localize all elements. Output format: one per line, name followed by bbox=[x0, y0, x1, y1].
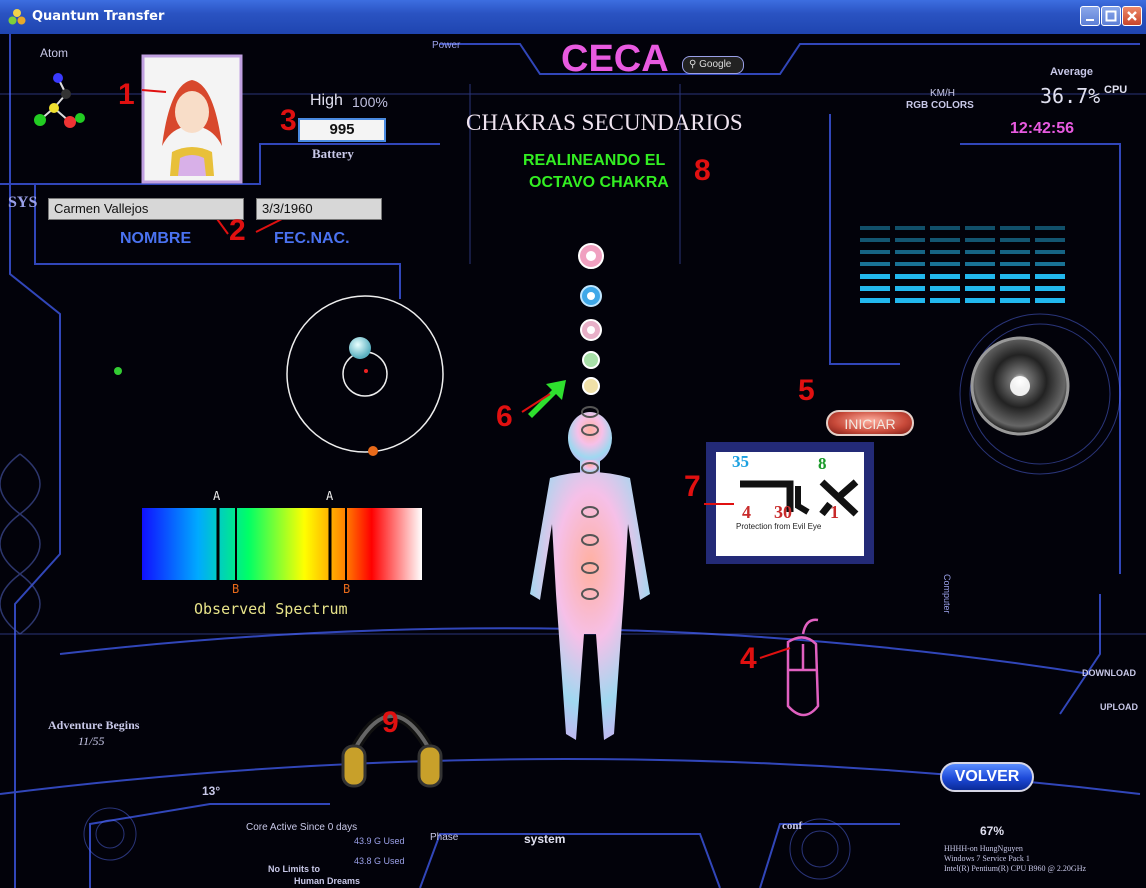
rune-value-35: 35 bbox=[732, 452, 749, 471]
dob-field[interactable]: 3/3/1960 bbox=[256, 198, 382, 220]
callout-2: 2 bbox=[229, 214, 246, 247]
power-label: Power bbox=[432, 40, 461, 51]
callout-4: 4 bbox=[740, 642, 757, 675]
rate-display: 995 bbox=[298, 118, 386, 142]
temperature: 13° bbox=[202, 784, 221, 798]
atom-label: Atom bbox=[40, 46, 69, 60]
orbit-diagram bbox=[114, 295, 444, 456]
atom-icon bbox=[34, 73, 85, 128]
spectrum-chart bbox=[142, 508, 422, 580]
rune-value-4: 4 bbox=[742, 502, 751, 522]
avatar bbox=[141, 54, 243, 184]
adventure-value: 11/55 bbox=[78, 734, 105, 748]
average-label: Average bbox=[1050, 66, 1094, 78]
close-icon bbox=[1127, 11, 1137, 21]
core-active: Core Active Since 0 days bbox=[246, 822, 358, 833]
phase-label: Phase bbox=[430, 832, 459, 843]
spectrum-label: Observed Spectrum bbox=[194, 600, 348, 618]
sysinfo-line-3: Intel(R) Pentium(R) CPU B960 @ 2.20GHz bbox=[944, 864, 1087, 873]
minimize-button[interactable] bbox=[1080, 6, 1100, 26]
callout-8: 8 bbox=[694, 154, 711, 187]
search-icon: ⚲ bbox=[689, 59, 697, 70]
human-dreams: Human Dreams bbox=[294, 876, 361, 886]
battery-level: High bbox=[310, 92, 343, 109]
rune-value-30: 30 bbox=[774, 502, 792, 522]
conf-label: conf bbox=[782, 820, 803, 832]
spectrum-marker-a2: A bbox=[326, 489, 334, 503]
app-logo-icon bbox=[8, 9, 26, 25]
status-line-1: REALINEANDO EL bbox=[523, 152, 666, 169]
search-box[interactable]: ⚲ Google bbox=[682, 56, 744, 74]
sysinfo-line-2: Windows 7 Service Pack 1 bbox=[944, 854, 1030, 863]
no-limits: No Limits to bbox=[268, 864, 320, 874]
iniciar-button[interactable]: INICIAR bbox=[826, 410, 914, 436]
callout-7: 7 bbox=[684, 470, 701, 503]
sysinfo-line-1: HHHH-on HungNguyen bbox=[944, 844, 1023, 853]
window-title: Quantum Transfer bbox=[32, 9, 165, 24]
clock: 12:42:56 bbox=[1010, 120, 1075, 137]
adventure-title: Adventure Begins bbox=[48, 718, 140, 732]
maximize-button[interactable] bbox=[1101, 6, 1121, 26]
kmh-label: KM/H bbox=[930, 88, 955, 99]
minimize-icon bbox=[1086, 19, 1094, 21]
human-body-figure bbox=[530, 406, 650, 740]
close-button[interactable] bbox=[1122, 6, 1142, 26]
app-window: Quantum Transfer Atom Power CECA ⚲ Googl… bbox=[0, 0, 1146, 888]
percent-67: 67% bbox=[980, 824, 1005, 838]
battery-percent: 100% bbox=[352, 94, 388, 110]
green-arrow-icon bbox=[528, 380, 566, 418]
title-bar[interactable]: Quantum Transfer bbox=[0, 0, 1146, 34]
battery-label: Battery bbox=[312, 146, 354, 161]
callout-6: 6 bbox=[496, 400, 513, 433]
maximize-icon bbox=[1105, 10, 1117, 22]
computer-label: Computer bbox=[942, 574, 952, 614]
callout-1: 1 bbox=[118, 78, 135, 111]
volver-button[interactable]: VOLVER bbox=[940, 762, 1034, 792]
callout-3: 3 bbox=[280, 104, 297, 137]
name-label: NOMBRE bbox=[120, 230, 192, 247]
hud-panel: Atom Power CECA ⚲ Google CHAKRAS SECUNDA… bbox=[0, 34, 1146, 888]
rgb-label: RGB COLORS bbox=[906, 100, 974, 111]
cpu-value: 36.7% bbox=[1040, 84, 1101, 108]
used-1: 43.9 G Used bbox=[354, 836, 405, 846]
search-label: Google bbox=[699, 59, 732, 70]
app-name: CECA bbox=[561, 38, 669, 80]
cpu-label: CPU bbox=[1104, 84, 1128, 96]
upload-label: UPLOAD bbox=[1100, 702, 1138, 712]
sys-label: SYS bbox=[8, 194, 38, 211]
name-field[interactable]: Carmen Vallejos bbox=[48, 198, 244, 220]
used-2: 43.8 G Used bbox=[354, 856, 405, 866]
download-label: DOWNLOAD bbox=[1082, 668, 1136, 678]
callout-9: 9 bbox=[382, 706, 399, 739]
chakra-column bbox=[578, 243, 604, 395]
system-label: system bbox=[524, 832, 566, 846]
page-title: CHAKRAS SECUNDARIOS bbox=[466, 110, 743, 135]
callout-5: 5 bbox=[798, 374, 815, 407]
rune-value-8: 8 bbox=[818, 454, 827, 473]
rune-value-1: 1 bbox=[830, 502, 839, 522]
spectrum-marker-b2: B bbox=[343, 582, 351, 596]
spectrum-marker-a1: A bbox=[213, 489, 221, 503]
spectrum-marker-b1: B bbox=[232, 582, 240, 596]
rune-caption: Protection from Evil Eye bbox=[736, 522, 822, 531]
status-line-2: OCTAVO CHAKRA bbox=[529, 174, 669, 191]
dob-label: FEC.NAC. bbox=[274, 230, 350, 247]
